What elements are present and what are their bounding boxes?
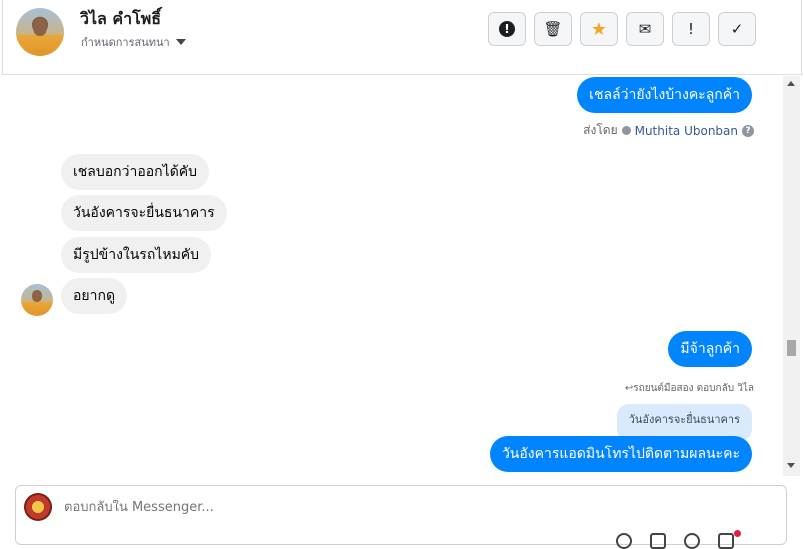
conversation-toolbar: ! 🗑 ★ ✉ ! ✓ <box>488 12 756 46</box>
composer-tools <box>616 533 734 549</box>
mark-unread-button[interactable]: ✉ <box>626 12 664 46</box>
contact-name[interactable]: วิไล คำโพธิ์ <box>80 7 161 32</box>
report-spam-button[interactable]: ! <box>488 12 526 46</box>
emoji-icon[interactable] <box>616 533 632 549</box>
scroll-thumb[interactable] <box>787 340 796 356</box>
star-button[interactable]: ★ <box>580 12 618 46</box>
message-bubble-outgoing[interactable]: มีจ้าลูกค้า <box>668 331 752 367</box>
conversation-header: วิไล คำโพธิ์ กำหนดการสนทนา ! 🗑 ★ ✉ ! ✓ <box>2 0 802 75</box>
sent-by-label: ส่งโดย <box>583 123 618 137</box>
contact-avatar-small[interactable] <box>21 284 53 316</box>
message-bubble-incoming[interactable]: อยากดู <box>61 278 128 314</box>
sender-name-link[interactable]: Muthita Ubonban <box>635 124 738 138</box>
message-bubble-outgoing[interactable]: วันอังคารแอดมินโทรไปติดตามผลนะคะ <box>489 436 752 472</box>
check-icon: ✓ <box>730 20 744 38</box>
star-icon: ★ <box>590 18 608 40</box>
notification-dot <box>734 530 741 537</box>
exclamation-icon: ! <box>687 20 694 38</box>
scroll-up-icon[interactable] <box>787 81 795 86</box>
help-icon[interactable]: ? <box>742 124 754 137</box>
saved-reply-icon[interactable] <box>718 533 734 549</box>
verified-icon <box>621 126 631 135</box>
conversation-settings-label: กำหนดการสนทนา <box>81 36 170 49</box>
reply-input[interactable] <box>64 500 664 515</box>
follow-up-button[interactable]: ! <box>672 12 710 46</box>
sticker-icon[interactable] <box>684 533 700 549</box>
message-bubble-incoming[interactable]: วันอังคารจะยื่นธนาคาร <box>61 195 227 231</box>
scroll-down-icon[interactable] <box>787 463 795 468</box>
sent-by-line: ส่งโดย Muthita Ubonban ? <box>583 121 754 140</box>
scrollbar[interactable] <box>783 76 800 476</box>
delete-button[interactable]: 🗑 <box>534 12 572 46</box>
page-avatar <box>24 493 52 521</box>
conversation-settings-dropdown[interactable]: กำหนดการสนทนา <box>81 33 186 51</box>
message-bubble-incoming[interactable]: มีรูปข้างในรถไหมคับ <box>61 237 212 273</box>
attachment-icon[interactable] <box>650 533 666 549</box>
contact-avatar[interactable] <box>16 8 64 56</box>
trash-icon: 🗑 <box>543 20 563 38</box>
message-composer <box>15 485 787 549</box>
mark-unread-icon: ✉ <box>638 20 652 38</box>
message-bubble-outgoing[interactable]: เชลล์ว่ายังไงบ้างคะลูกค้า <box>577 77 752 113</box>
alert-circle-icon: ! <box>499 21 515 37</box>
caret-down-icon <box>175 39 186 45</box>
message-bubble-incoming[interactable]: เชลบอกว่าออกได้คับ <box>61 154 210 190</box>
reply-context: ↩รถยนต์มือสอง ตอบกลับ วิไล <box>624 383 754 394</box>
message-thread[interactable]: เชลล์ว่ายังไงบ้างคะลูกค้า ส่งโดย Muthita… <box>2 76 782 476</box>
mark-done-button[interactable]: ✓ <box>718 12 756 46</box>
